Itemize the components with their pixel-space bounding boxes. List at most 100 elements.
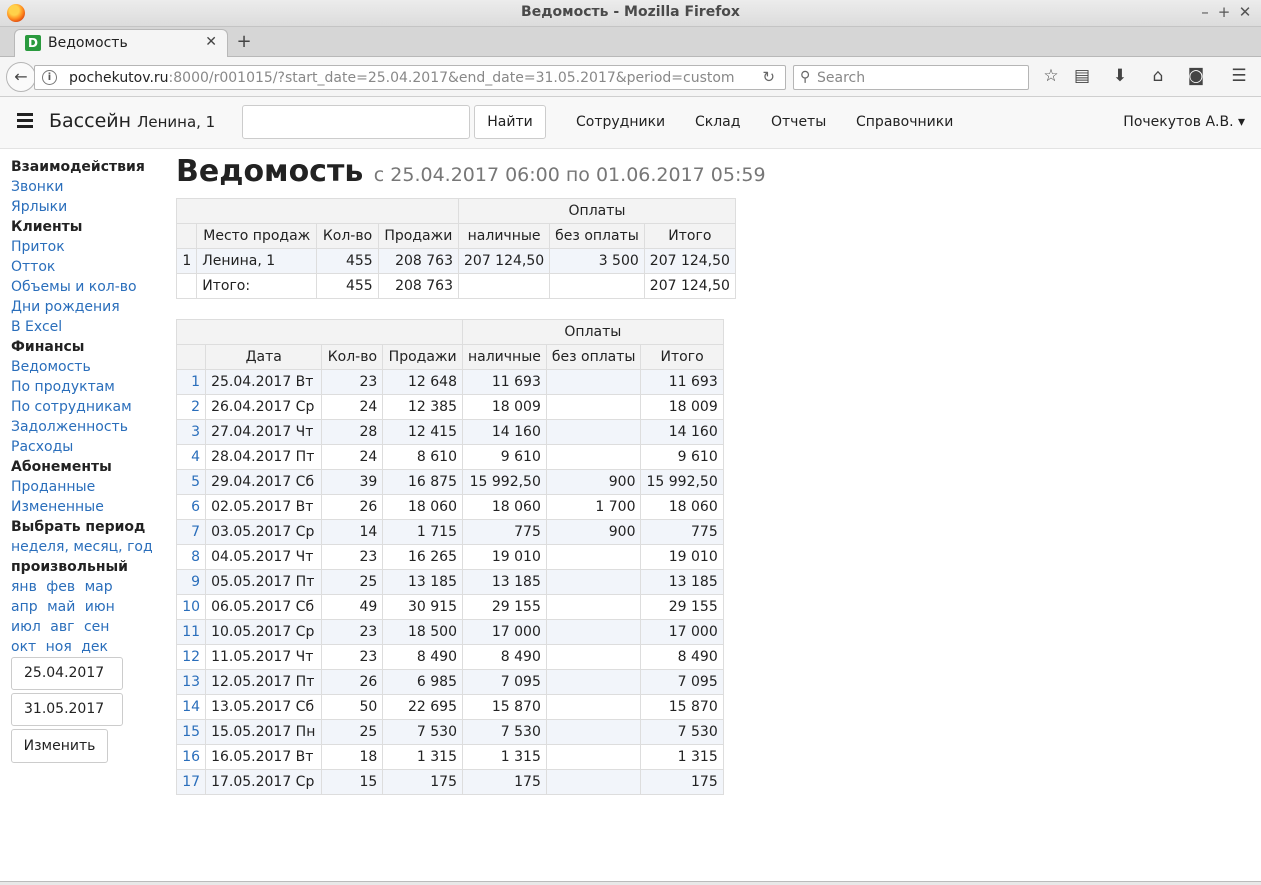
sidebar-link-inflow[interactable]: Приток — [11, 237, 171, 257]
row-index-link[interactable]: 10 — [182, 599, 200, 615]
row-index-link[interactable]: 16 — [182, 749, 200, 765]
row-index-link[interactable]: 4 — [191, 449, 200, 465]
sidebar-link-outflow[interactable]: Отток — [11, 257, 171, 277]
daily-group-header: Оплаты — [462, 319, 724, 345]
sidebar-link-statement[interactable]: Ведомость — [11, 357, 171, 377]
month-link[interactable]: сен — [84, 619, 109, 635]
site-favicon-icon: D — [25, 35, 41, 51]
reading-list-icon[interactable]: ▤ — [1071, 65, 1093, 87]
table-cell: 7 530 — [462, 719, 547, 745]
sidebar-link-labels[interactable]: Ярлыки — [11, 197, 171, 217]
sidebar-link-debt[interactable]: Задолженность — [11, 417, 171, 437]
sidebar-heading: Взаимодействия — [11, 159, 145, 175]
download-icon[interactable]: ⬇ — [1109, 65, 1131, 87]
month-link[interactable]: июн — [85, 599, 115, 615]
table-cell: 11 693 — [462, 369, 547, 395]
sidebar: Взаимодействия Звонки Ярлыки Клиенты При… — [11, 157, 171, 657]
row-index-link[interactable]: 7 — [191, 524, 200, 540]
find-button[interactable]: Найти — [474, 105, 546, 139]
url-text[interactable]: pochekutov.ru:8000/r001015/?start_date=2… — [69, 70, 735, 86]
daily-row: 17 17.05.2017 Ср 15 175 175 175 — [175, 769, 724, 795]
bookmark-star-icon[interactable]: ☆ — [1040, 65, 1062, 87]
table-cell: 28.04.2017 Пт — [205, 444, 323, 470]
table-cell — [545, 769, 642, 795]
user-menu[interactable]: Почекутов А.В. ▾ — [1123, 114, 1245, 130]
sidebar-link-sold[interactable]: Проданные — [11, 477, 171, 497]
nav-reports[interactable]: Отчеты — [771, 114, 826, 130]
table-cell: 900 — [545, 519, 642, 545]
table-cell: 8 610 — [382, 444, 463, 470]
row-index-link[interactable]: 5 — [191, 474, 200, 490]
table-cell: 15 992,50 — [462, 469, 547, 495]
row-index-link[interactable]: 3 — [191, 424, 200, 440]
row-index-link[interactable]: 17 — [182, 774, 200, 790]
brand[interactable]: Бассейн Ленина, 1 — [49, 110, 215, 132]
sidebar-link-birthdays[interactable]: Дни рождения — [11, 297, 171, 317]
row-index-cell: 13 — [175, 669, 207, 695]
table-cell: 15 992,50 — [640, 469, 724, 495]
month-link[interactable]: мар — [85, 579, 113, 595]
maximize-icon[interactable]: + — [1215, 3, 1233, 21]
change-period-button[interactable]: Изменить — [11, 729, 108, 763]
row-index-link[interactable]: 8 — [191, 549, 200, 565]
info-icon[interactable]: i — [42, 70, 57, 85]
month-link[interactable]: дек — [81, 639, 108, 655]
table-cell: 26.04.2017 Ср — [205, 394, 323, 420]
table-cell: 8 490 — [462, 644, 547, 670]
row-index-link[interactable]: 13 — [182, 674, 200, 690]
sidebar-link-volumes[interactable]: Объемы и кол-во — [11, 277, 171, 297]
daily-row: 14 13.05.2017 Сб 50 22 695 15 870 15 870 — [175, 694, 724, 720]
row-index-link[interactable]: 12 — [182, 649, 200, 665]
period-month[interactable]: месяц — [73, 539, 118, 555]
start-date-field[interactable]: 25.04.2017 — [11, 657, 123, 690]
table-cell: 18 009 — [462, 394, 547, 420]
url-host: pochekutov.ru — [69, 70, 169, 86]
month-link[interactable]: окт — [11, 639, 36, 655]
new-tab-icon[interactable]: + — [236, 31, 252, 52]
month-link[interactable]: ноя — [46, 639, 72, 655]
menu-icon[interactable]: ☰ — [1228, 65, 1250, 87]
row-index-link[interactable]: 1 — [191, 374, 200, 390]
site-search-input[interactable] — [242, 105, 470, 139]
pocket-icon[interactable]: ◙ — [1185, 65, 1207, 87]
table-cell: 207 124,50 — [643, 273, 736, 299]
month-link[interactable]: июл — [11, 619, 41, 635]
table-cell: 10.05.2017 Ср — [205, 619, 323, 645]
close-tab-icon[interactable]: ✕ — [205, 34, 217, 50]
sidebar-link-by-products[interactable]: По продуктам — [11, 377, 171, 397]
hamburger-menu-icon[interactable] — [17, 113, 33, 129]
row-index-link[interactable]: 6 — [191, 499, 200, 515]
browser-search-input[interactable]: ⚲ Search — [793, 65, 1029, 90]
home-icon[interactable]: ⌂ — [1147, 65, 1169, 87]
row-index-link[interactable]: 14 — [182, 699, 200, 715]
url-bar[interactable]: i pochekutov.ru:8000/r001015/?start_date… — [34, 65, 786, 90]
month-link[interactable]: янв — [11, 579, 37, 595]
nav-employees[interactable]: Сотрудники — [576, 114, 665, 130]
reload-icon[interactable]: ↻ — [762, 68, 775, 86]
period-week[interactable]: неделя — [11, 539, 64, 555]
sidebar-link-calls[interactable]: Звонки — [11, 177, 171, 197]
nav-warehouse[interactable]: Склад — [695, 114, 740, 130]
sidebar-link-changed[interactable]: Измененные — [11, 497, 171, 517]
row-index-link[interactable]: 2 — [191, 399, 200, 415]
tab-vedomost[interactable]: D Ведомость ✕ — [14, 29, 228, 57]
nav-references[interactable]: Справочники — [856, 114, 953, 130]
sidebar-link-expenses[interactable]: Расходы — [11, 437, 171, 457]
month-link[interactable]: фев — [46, 579, 75, 595]
summary-col-index — [175, 223, 198, 249]
minimize-icon[interactable]: – — [1196, 3, 1214, 21]
month-link[interactable]: май — [47, 599, 75, 615]
daily-row: 6 02.05.2017 Вт 26 18 060 18 060 1 700 18 060 — [175, 494, 724, 520]
row-index-link[interactable]: 15 — [182, 724, 200, 740]
month-link[interactable]: апр — [11, 599, 38, 615]
close-window-icon[interactable]: ✕ — [1236, 3, 1254, 21]
end-date-field[interactable]: 31.05.2017 — [11, 693, 123, 726]
sidebar-link-excel[interactable]: В Excel — [11, 317, 171, 337]
row-index-link[interactable]: 11 — [182, 624, 200, 640]
back-arrow-icon[interactable]: ← — [6, 62, 36, 92]
row-index-link[interactable]: 9 — [191, 574, 200, 590]
month-link[interactable]: авг — [50, 619, 74, 635]
period-year[interactable]: год — [127, 539, 153, 555]
sidebar-link-by-employees[interactable]: По сотрудникам — [11, 397, 171, 417]
table-cell: 18 500 — [382, 619, 463, 645]
